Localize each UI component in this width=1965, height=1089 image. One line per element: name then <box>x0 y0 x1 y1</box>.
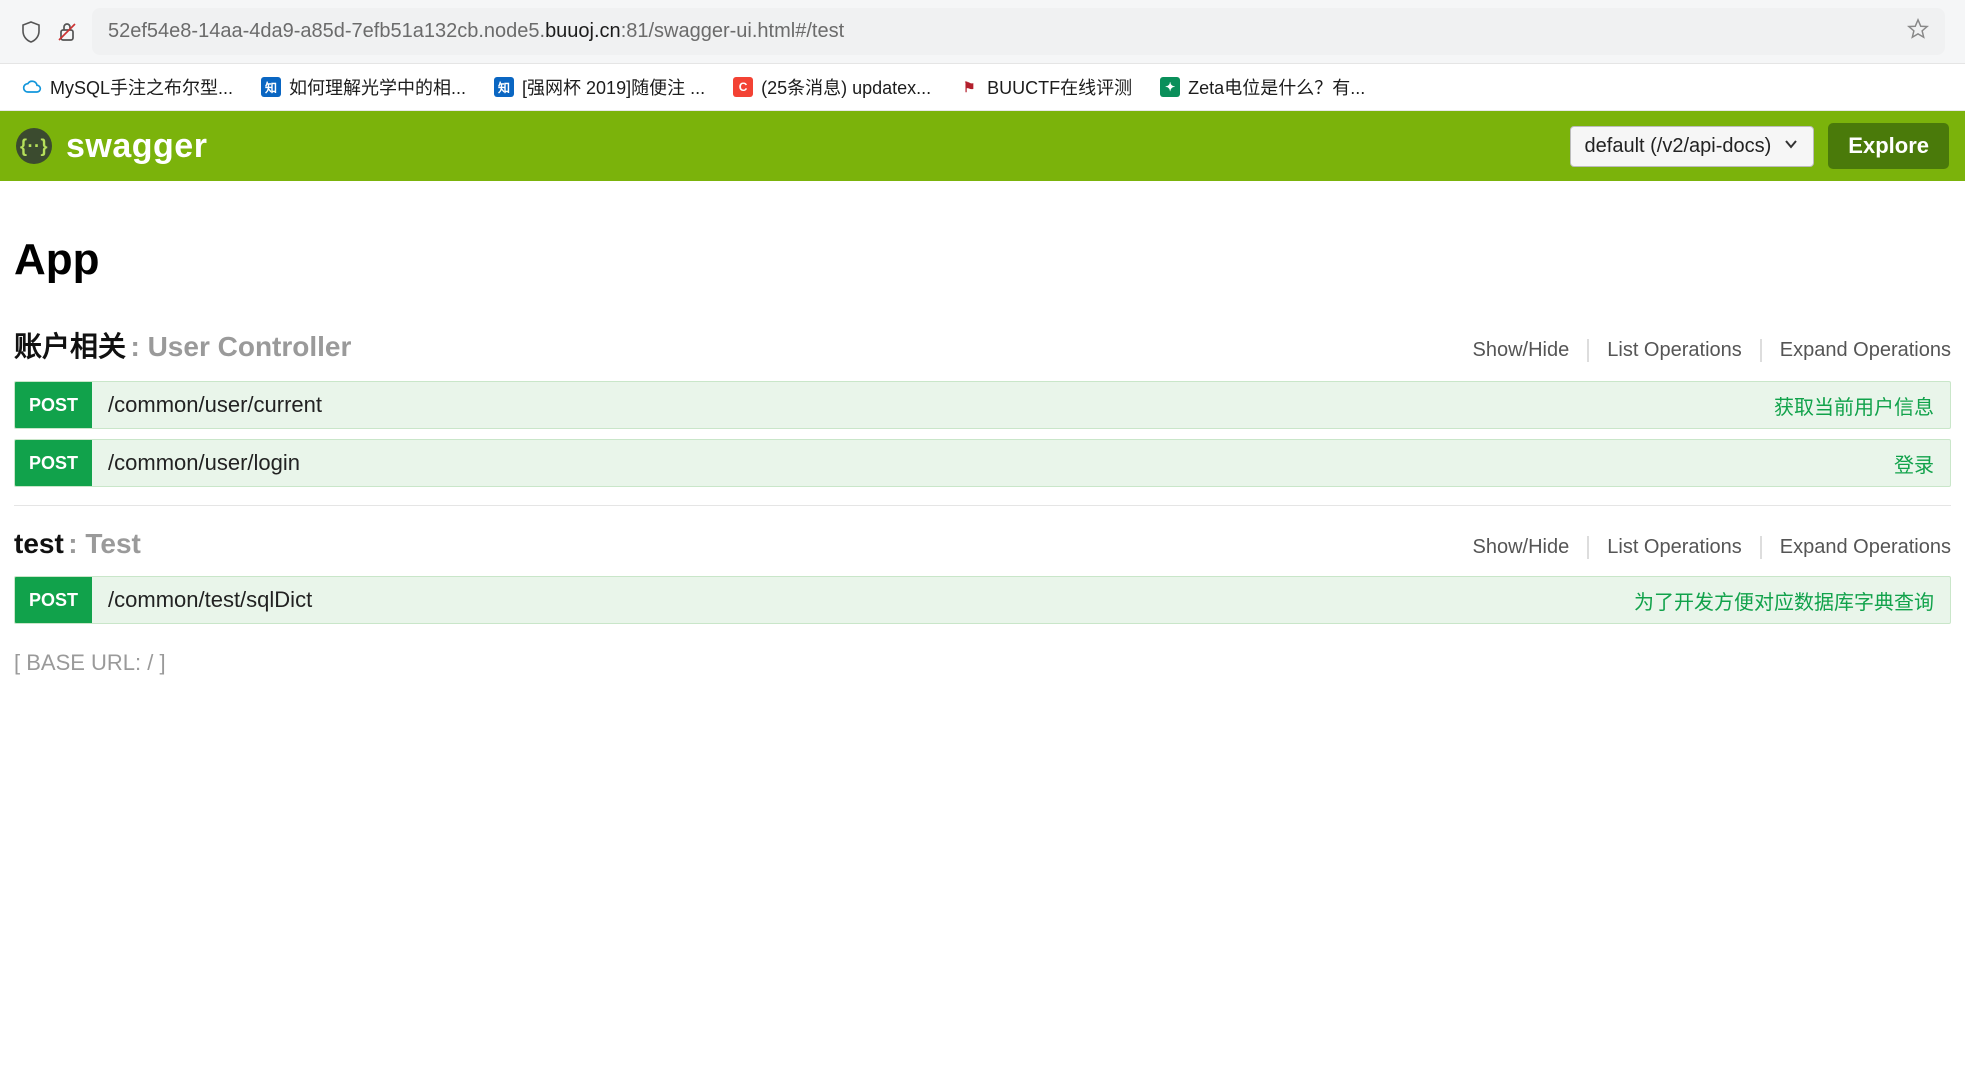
shield-icon[interactable] <box>20 21 42 43</box>
bookmark-item[interactable]: MySQL手注之布尔型... <box>22 74 233 100</box>
http-method-badge: POST <box>15 577 92 623</box>
section-divider <box>14 505 1951 506</box>
swagger-mark-icon: {··} <box>16 128 52 164</box>
http-method-badge: POST <box>15 440 92 486</box>
cloud-icon <box>22 77 42 97</box>
bookmark-label: [强网杯 2019]随便注 ... <box>522 74 705 100</box>
page-title: App <box>14 235 1951 285</box>
controller-header: test : Test Show/Hide List Operations Ex… <box>14 528 1951 566</box>
swagger-brand-text: swagger <box>66 127 207 166</box>
bookmark-label: MySQL手注之布尔型... <box>50 74 233 100</box>
operation-description: 获取当前用户信息 <box>1758 382 1950 428</box>
chevron-down-icon <box>1783 135 1799 158</box>
operation-path: /common/user/login <box>92 440 1878 486</box>
controller-actions: Show/Hide List Operations Expand Operati… <box>1455 339 1951 362</box>
zhihu-icon: 知 <box>261 77 281 97</box>
controller-actions: Show/Hide List Operations Expand Operati… <box>1455 536 1951 559</box>
controller-subtitle: : Test <box>68 528 141 559</box>
show-hide-link[interactable]: Show/Hide <box>1455 339 1590 362</box>
swagger-topbar: {··} swagger default (/v2/api-docs) Expl… <box>0 111 1965 181</box>
operation-path: /common/test/sqlDict <box>92 577 1618 623</box>
explore-button[interactable]: Explore <box>1828 123 1949 169</box>
url-text: 52ef54e8-14aa-4da9-a85d-7efb51a132cb.nod… <box>108 20 844 43</box>
browser-address-bar: 52ef54e8-14aa-4da9-a85d-7efb51a132cb.nod… <box>0 0 1965 64</box>
base-url-label: [ BASE URL: / ] <box>14 650 1951 676</box>
list-operations-link[interactable]: List Operations <box>1589 536 1762 559</box>
bookmark-label: BUUCTF在线评测 <box>987 74 1132 100</box>
zeta-icon: ✦ <box>1160 77 1180 97</box>
operation-description: 登录 <box>1878 440 1950 486</box>
controller-name[interactable]: test <box>14 528 64 559</box>
api-spec-selector[interactable]: default (/v2/api-docs) <box>1570 126 1815 167</box>
bookmark-star-icon[interactable] <box>1907 18 1929 45</box>
bookmark-item[interactable]: 知 如何理解光学中的相... <box>261 74 466 100</box>
controller-name[interactable]: 账户相关 <box>14 331 126 362</box>
operation-row[interactable]: POST /common/user/current 获取当前用户信息 <box>14 381 1951 429</box>
lock-slash-icon[interactable] <box>56 21 78 43</box>
show-hide-link[interactable]: Show/Hide <box>1455 536 1590 559</box>
operation-path: /common/user/current <box>92 382 1758 428</box>
url-input[interactable]: 52ef54e8-14aa-4da9-a85d-7efb51a132cb.nod… <box>92 8 1945 55</box>
operation-description: 为了开发方便对应数据库字典查询 <box>1618 577 1950 623</box>
api-spec-selected: default (/v2/api-docs) <box>1585 135 1772 158</box>
bookmark-label: 如何理解光学中的相... <box>289 74 466 100</box>
csdn-icon: C <box>733 77 753 97</box>
expand-operations-link[interactable]: Expand Operations <box>1762 536 1951 559</box>
buuctf-icon: ⚑ <box>959 77 979 97</box>
bookmark-label: Zeta电位是什么？有... <box>1188 74 1365 100</box>
bookmarks-bar: MySQL手注之布尔型... 知 如何理解光学中的相... 知 [强网杯 201… <box>0 64 1965 111</box>
bookmark-label: (25条消息) updatex... <box>761 74 931 100</box>
controller-header: 账户相关 : User Controller Show/Hide List Op… <box>14 325 1951 371</box>
operation-row[interactable]: POST /common/test/sqlDict 为了开发方便对应数据库字典查… <box>14 576 1951 624</box>
bookmark-item[interactable]: ⚑ BUUCTF在线评测 <box>959 74 1132 100</box>
main-content: App 账户相关 : User Controller Show/Hide Lis… <box>0 181 1965 706</box>
controller-subtitle: : User Controller <box>130 331 351 362</box>
zhihu-icon: 知 <box>494 77 514 97</box>
bookmark-item[interactable]: 知 [强网杯 2019]随便注 ... <box>494 74 705 100</box>
list-operations-link[interactable]: List Operations <box>1589 339 1762 362</box>
bookmark-item[interactable]: C (25条消息) updatex... <box>733 74 931 100</box>
swagger-logo[interactable]: {··} swagger <box>16 127 207 166</box>
operation-row[interactable]: POST /common/user/login 登录 <box>14 439 1951 487</box>
bookmark-item[interactable]: ✦ Zeta电位是什么？有... <box>1160 74 1365 100</box>
http-method-badge: POST <box>15 382 92 428</box>
expand-operations-link[interactable]: Expand Operations <box>1762 339 1951 362</box>
